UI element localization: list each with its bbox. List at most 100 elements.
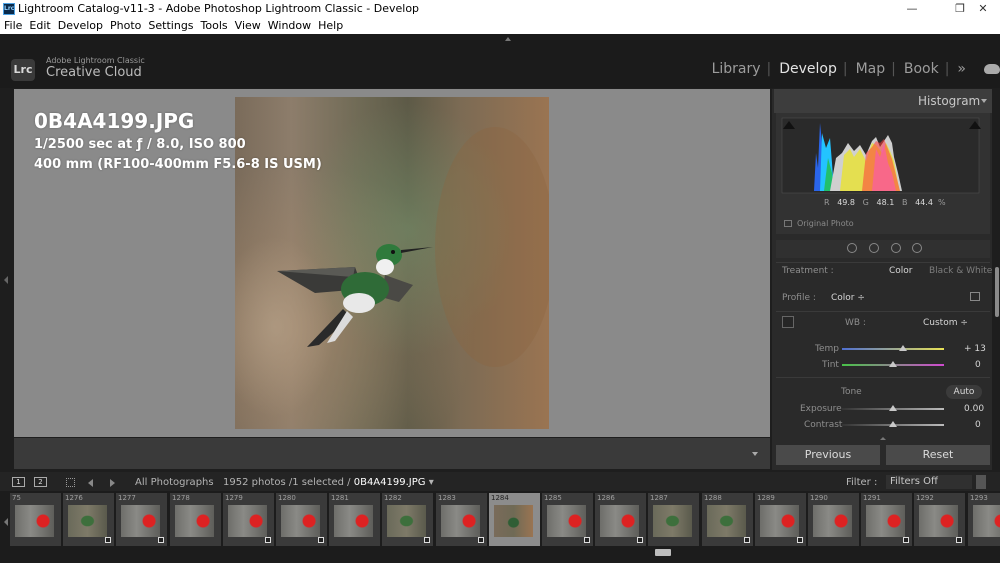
previous-button[interactable]: Previous — [776, 445, 880, 465]
checkbox-icon[interactable] — [784, 220, 792, 227]
module-map[interactable]: Map — [856, 61, 886, 77]
close-button[interactable]: ✕ — [966, 0, 1000, 18]
tint-value[interactable]: 0 — [975, 360, 981, 370]
edited-badge-icon — [265, 537, 271, 543]
hummingbird-photo[interactable] — [215, 97, 555, 429]
wb-label: WB : — [845, 318, 866, 328]
collapse-histogram-icon[interactable] — [981, 99, 987, 103]
wb-eyedropper-icon[interactable] — [782, 316, 794, 328]
photo-count[interactable]: 1952 photos /1 selected / 0B4A4199.JPG ▾ — [223, 477, 434, 488]
exposure-value[interactable]: 0.00 — [964, 404, 984, 414]
histogram-title: Histogram — [918, 94, 981, 108]
filmstrip-thumbnail[interactable]: 1282 — [382, 493, 433, 546]
filmstrip-thumbnail[interactable]: 1291 — [861, 493, 912, 546]
top-panel-toggle-icon[interactable] — [505, 37, 511, 41]
filmstrip-thumbnail[interactable]: 1290 — [808, 493, 859, 546]
filmstrip-thumbnail[interactable]: 75 — [10, 493, 61, 546]
profile-select[interactable]: Color ÷ — [831, 293, 865, 303]
menu-settings[interactable]: Settings — [144, 18, 196, 34]
module-develop[interactable]: Develop — [779, 61, 837, 77]
filmstrip-thumbnail[interactable]: 1292 — [914, 493, 965, 546]
shadow-clipping-icon[interactable] — [783, 121, 795, 129]
crop-tool-icon[interactable] — [847, 243, 857, 253]
filmstrip-scrollbar[interactable] — [0, 548, 1000, 558]
menu-photo[interactable]: Photo — [106, 18, 144, 34]
thumbnail-image — [15, 505, 54, 537]
menu-help[interactable]: Help — [314, 18, 346, 34]
temp-slider[interactable] — [842, 348, 944, 350]
panel-end-marker — [880, 437, 886, 440]
right-panel-scrollbar[interactable] — [994, 89, 1000, 470]
edited-badge-icon — [744, 537, 750, 543]
filmstrip-thumbnail[interactable]: 1277 — [116, 493, 167, 546]
temp-slider-knob[interactable] — [899, 345, 907, 351]
reset-button[interactable]: Reset — [886, 445, 990, 465]
second-window-button[interactable]: 2 — [34, 477, 47, 487]
module-book[interactable]: Book — [904, 61, 939, 77]
next-photo-icon[interactable] — [110, 479, 115, 487]
filmstrip-thumbnail[interactable]: 1276 — [63, 493, 114, 546]
thumbnail-image — [547, 505, 586, 537]
scrollbar-thumb[interactable] — [995, 267, 999, 317]
more-modules-icon[interactable]: » — [957, 61, 966, 77]
filmstrip-thumbnail[interactable]: 1289 — [755, 493, 806, 546]
main-window-button[interactable]: 1 — [12, 477, 25, 487]
source-dropdown-icon[interactable]: ▾ — [429, 477, 434, 488]
filmstrip-thumbnail[interactable]: 1280 — [276, 493, 327, 546]
loupe-view[interactable]: 0B4A4199.JPG 1/2500 sec at ƒ / 8.0, ISO … — [14, 89, 770, 437]
tint-slider-knob[interactable] — [889, 361, 897, 367]
toolbar-menu-icon[interactable] — [752, 452, 758, 456]
module-separator: | — [891, 61, 896, 77]
filmstrip-thumbnail[interactable]: 1293 — [968, 493, 1000, 546]
filmstrip-scroll-thumb[interactable] — [655, 549, 671, 556]
contrast-slider-knob[interactable] — [889, 421, 897, 427]
thumbnail-image — [760, 505, 799, 537]
temp-label: Temp — [815, 344, 839, 354]
filmstrip-thumbnail[interactable]: 1278 — [170, 493, 221, 546]
grid-view-icon[interactable] — [66, 478, 75, 487]
menu-tools[interactable]: Tools — [197, 18, 231, 34]
filmstrip-thumbnail[interactable]: 1284 — [489, 493, 540, 546]
contrast-value[interactable]: 0 — [975, 420, 981, 430]
filter-select[interactable]: Filters Off — [886, 475, 972, 489]
view-toolbar — [14, 438, 770, 469]
source-label[interactable]: All Photographs — [135, 477, 214, 488]
edited-badge-icon — [637, 537, 643, 543]
menu-develop[interactable]: Develop — [54, 18, 106, 34]
exposure-slider-knob[interactable] — [889, 405, 897, 411]
menu-view[interactable]: View — [231, 18, 264, 34]
cloud-sync-icon[interactable] — [984, 64, 1000, 74]
filmstrip-thumbnail[interactable]: 1288 — [702, 493, 753, 546]
filmstrip-thumbnail[interactable]: 1279 — [223, 493, 274, 546]
thumbnail-number: 1291 — [863, 494, 881, 502]
temp-value[interactable]: + 13 — [964, 344, 986, 354]
treatment-color-button[interactable]: Color — [889, 266, 913, 276]
menu-window[interactable]: Window — [264, 18, 314, 34]
filmstrip-thumbnail[interactable]: 1285 — [542, 493, 593, 546]
module-picker: Library | Develop | Map | Book | » — [708, 61, 966, 77]
menu-file[interactable]: File — [0, 18, 25, 34]
wb-select[interactable]: Custom ÷ — [923, 318, 968, 328]
histogram-graph — [781, 117, 980, 194]
brand-line-1: Adobe Lightroom Classic — [46, 56, 145, 65]
profile-browser-icon[interactable] — [970, 292, 980, 301]
filter-lock-icon[interactable] — [976, 475, 986, 489]
filmstrip-thumbnail[interactable]: 1283 — [436, 493, 487, 546]
healing-tool-icon[interactable] — [869, 243, 879, 253]
highlight-clipping-icon[interactable] — [969, 121, 981, 129]
module-library[interactable]: Library — [712, 61, 761, 77]
masking-tool-icon[interactable] — [912, 243, 922, 253]
thumbnail-image — [707, 505, 746, 537]
treatment-bw-button[interactable]: Black & White — [929, 266, 992, 276]
minimize-button[interactable]: — — [895, 0, 929, 18]
filmstrip-scroll-left-icon[interactable] — [4, 518, 8, 526]
red-eye-tool-icon[interactable] — [891, 243, 901, 253]
menu-edit[interactable]: Edit — [25, 18, 53, 34]
filmstrip-thumbnail[interactable]: 1287 — [648, 493, 699, 546]
filmstrip-thumbnail[interactable]: 1281 — [329, 493, 380, 546]
original-photo-toggle[interactable]: Original Photo — [784, 219, 854, 228]
filmstrip-thumbnail[interactable]: 1286 — [595, 493, 646, 546]
left-panel-toggle-icon[interactable] — [4, 276, 8, 284]
previous-photo-icon[interactable] — [88, 479, 93, 487]
auto-tone-button[interactable]: Auto — [946, 385, 982, 399]
